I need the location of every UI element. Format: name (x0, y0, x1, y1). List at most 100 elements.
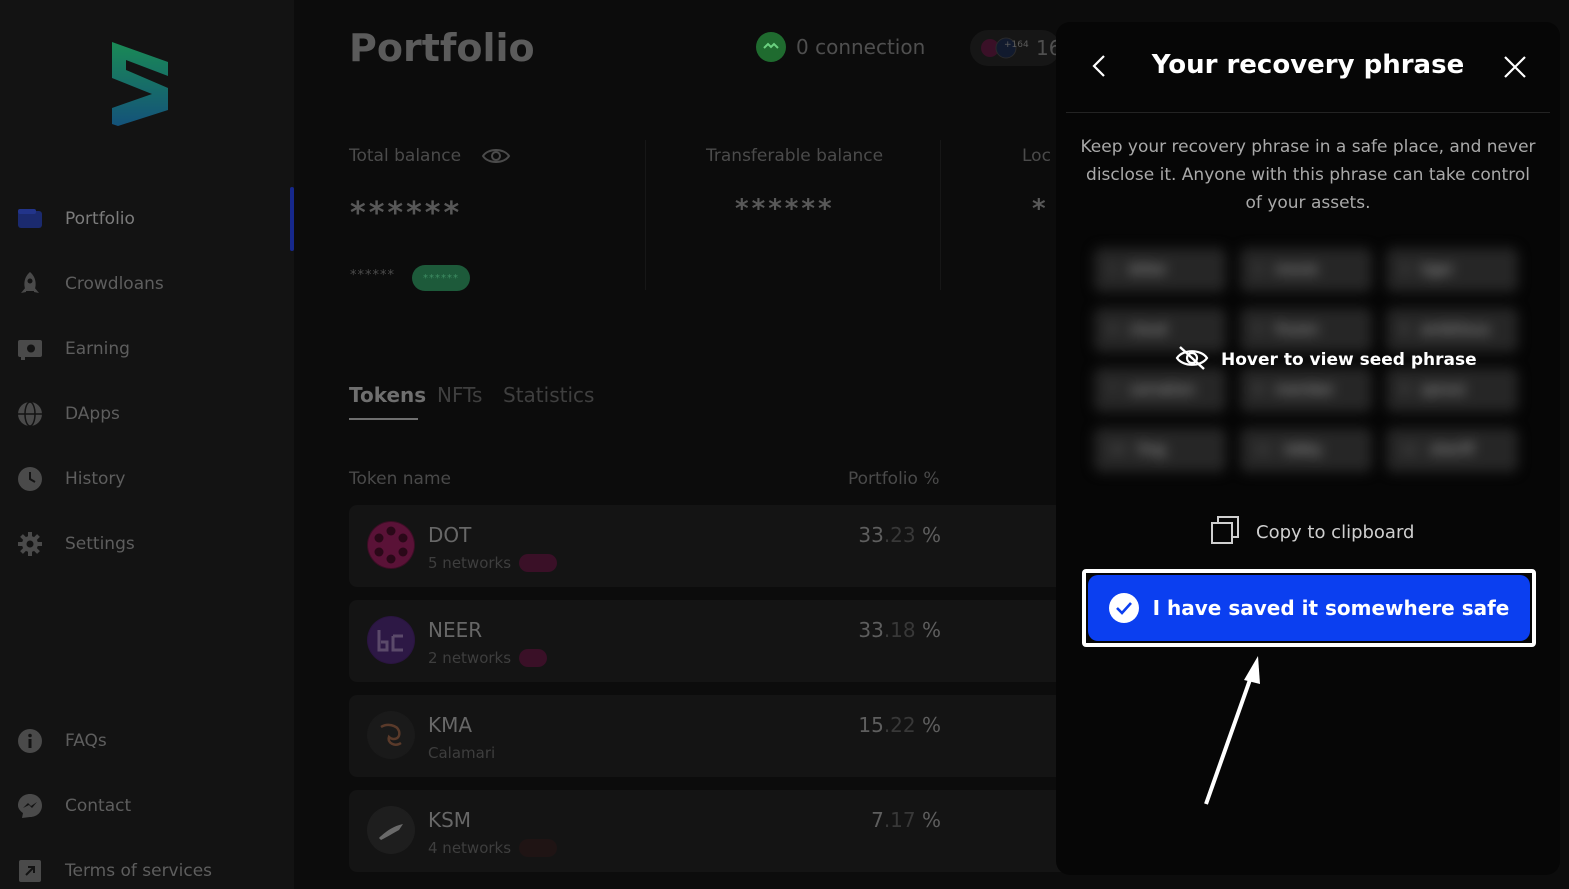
token-portfolio-pct: 7.17 % (871, 808, 941, 832)
token-portfolio-pct: 33.23 % (858, 523, 941, 547)
token-name: DOT (428, 523, 472, 547)
token-network-count: 2 networks (428, 649, 512, 667)
table-row[interactable]: DOT 5 networks 33.23 % (349, 505, 1069, 587)
saved-confirm-button[interactable]: I have saved it somewhere safe (1088, 575, 1530, 641)
pct-sign: % (921, 618, 941, 642)
token-portfolio-pct: 33.18 % (858, 618, 941, 642)
gear-icon (16, 530, 44, 558)
sidebar-item-contact[interactable]: Contact (0, 781, 294, 831)
seed-word-text: sprout (1420, 382, 1466, 398)
token-network-count: 5 networks (428, 554, 512, 572)
check-circle-icon (1108, 593, 1139, 623)
copy-label: Copy to clipboard (1256, 521, 1415, 543)
seed-word-number: 7 (1108, 382, 1117, 398)
sidebar-item-dapps[interactable]: DApps (0, 389, 294, 439)
sidebar-item-label: Portfolio (65, 209, 135, 229)
total-balance-value: ****** (350, 196, 463, 231)
seed-word-text: member (1274, 382, 1335, 398)
sidebar-item-label: FAQs (65, 731, 107, 751)
sidebar-item-earning[interactable]: Earning (0, 324, 294, 374)
sidebar-item-label: History (65, 469, 126, 489)
seed-word-number: 5 (1254, 322, 1263, 338)
external-link-icon (16, 857, 44, 885)
token-name: NEER (428, 618, 483, 642)
table-row[interactable]: NEER 2 networks 33.18 % (349, 600, 1069, 682)
earning-icon (16, 335, 44, 363)
seed-word-text: frog (1137, 442, 1166, 458)
rocket-icon (16, 270, 44, 298)
network-logos-icon (519, 649, 548, 667)
table-row[interactable]: KMA Calamari 15.22 % (349, 695, 1069, 777)
pct-int: 33 (858, 618, 884, 642)
hover-to-view-hint: Hover to view seed phrase (1175, 344, 1477, 376)
copy-icon (1210, 515, 1240, 549)
seed-word: 2 movie (1240, 248, 1372, 292)
seed-word-number: 2 (1254, 262, 1263, 278)
seed-word-text: cloud (1128, 322, 1167, 338)
pct-int: 15 (858, 713, 884, 737)
sidebar-item-label: Crowdloans (65, 274, 164, 294)
seed-word-number: 6 (1400, 322, 1409, 338)
sidebar-item-history[interactable]: History (0, 454, 294, 504)
globe-icon (16, 400, 44, 428)
panel-divider (1066, 112, 1550, 113)
tab-statistics[interactable]: Statistics (503, 383, 594, 407)
polkadot-icon (367, 521, 415, 569)
transferable-balance-label: Transferable balance (706, 146, 884, 166)
eye-icon[interactable] (481, 146, 511, 170)
pct-dec: .22 (883, 713, 916, 737)
tab-nfts[interactable]: NFTs (437, 383, 482, 407)
seed-word-text: bitter (1128, 262, 1168, 278)
calamari-icon (367, 711, 415, 759)
close-icon[interactable] (1500, 52, 1530, 82)
token-network-count: 4 networks (428, 839, 512, 857)
connection-status[interactable]: 0 connection (756, 32, 925, 62)
balance-divider (645, 140, 646, 290)
total-balance-sub-value: ****** (350, 268, 395, 283)
sidebar-item-portfolio[interactable]: Portfolio (0, 194, 294, 244)
saved-confirm-label: I have saved it somewhere safe (1152, 596, 1510, 620)
token-name: KSM (428, 808, 472, 832)
seed-word-text: lobby (1283, 442, 1323, 458)
kusama-icon (367, 806, 415, 854)
seed-word: 1 bitter (1094, 248, 1226, 292)
pct-dec: .17 (883, 808, 916, 832)
sidebar-item-terms[interactable]: Terms of services (0, 846, 294, 889)
pct-dec: .18 (883, 618, 916, 642)
sidebar-item-faqs[interactable]: FAQs (0, 716, 294, 766)
tab-tokens[interactable]: Tokens (349, 383, 426, 407)
seed-word-number: 4 (1108, 322, 1117, 338)
table-row[interactable]: KSM 4 networks 7.17 % (349, 790, 1069, 872)
hover-hint-label: Hover to view seed phrase (1221, 350, 1477, 370)
seed-word-text: tiger (1420, 262, 1454, 278)
connection-icon (756, 32, 786, 62)
network-logos-icon (519, 554, 558, 572)
balance-divider (940, 140, 941, 290)
seed-word-number: 3 (1400, 262, 1409, 278)
balance-change-pill: ****** (412, 265, 470, 291)
wallet-icon (16, 205, 44, 233)
total-balance-label: Total balance (349, 146, 462, 166)
clock-icon (16, 465, 44, 493)
token-portfolio-pct: 15.22 % (858, 713, 941, 737)
network-selector[interactable]: +164 16 (970, 30, 1061, 66)
network-logos-icon (519, 839, 558, 857)
seed-word-text: sheriff (1429, 442, 1474, 458)
connection-label: 0 connection (796, 35, 926, 59)
sidebar: Portfolio Crowdloans Earning DApps Histo… (0, 0, 294, 889)
panel-title: Your recovery phrase (1151, 50, 1465, 80)
column-header-portfolio: Portfolio % (848, 469, 940, 489)
pct-int: 33 (858, 523, 884, 547)
locked-balance-label: Loc (1022, 146, 1051, 166)
eye-slash-icon (1175, 344, 1209, 376)
copy-to-clipboard-button[interactable]: Copy to clipboard (1210, 515, 1414, 549)
messenger-icon (16, 792, 44, 820)
sidebar-item-settings[interactable]: Settings (0, 519, 294, 569)
token-sub: 2 networks (428, 649, 548, 667)
token-sub: 5 networks (428, 554, 558, 572)
sidebar-item-crowdloans[interactable]: Crowdloans (0, 259, 294, 309)
network-extra-badge: +164 (1004, 40, 1029, 50)
seed-word-text: frozen (1274, 322, 1319, 338)
info-icon (16, 727, 44, 755)
token-sub: 4 networks (428, 839, 558, 857)
